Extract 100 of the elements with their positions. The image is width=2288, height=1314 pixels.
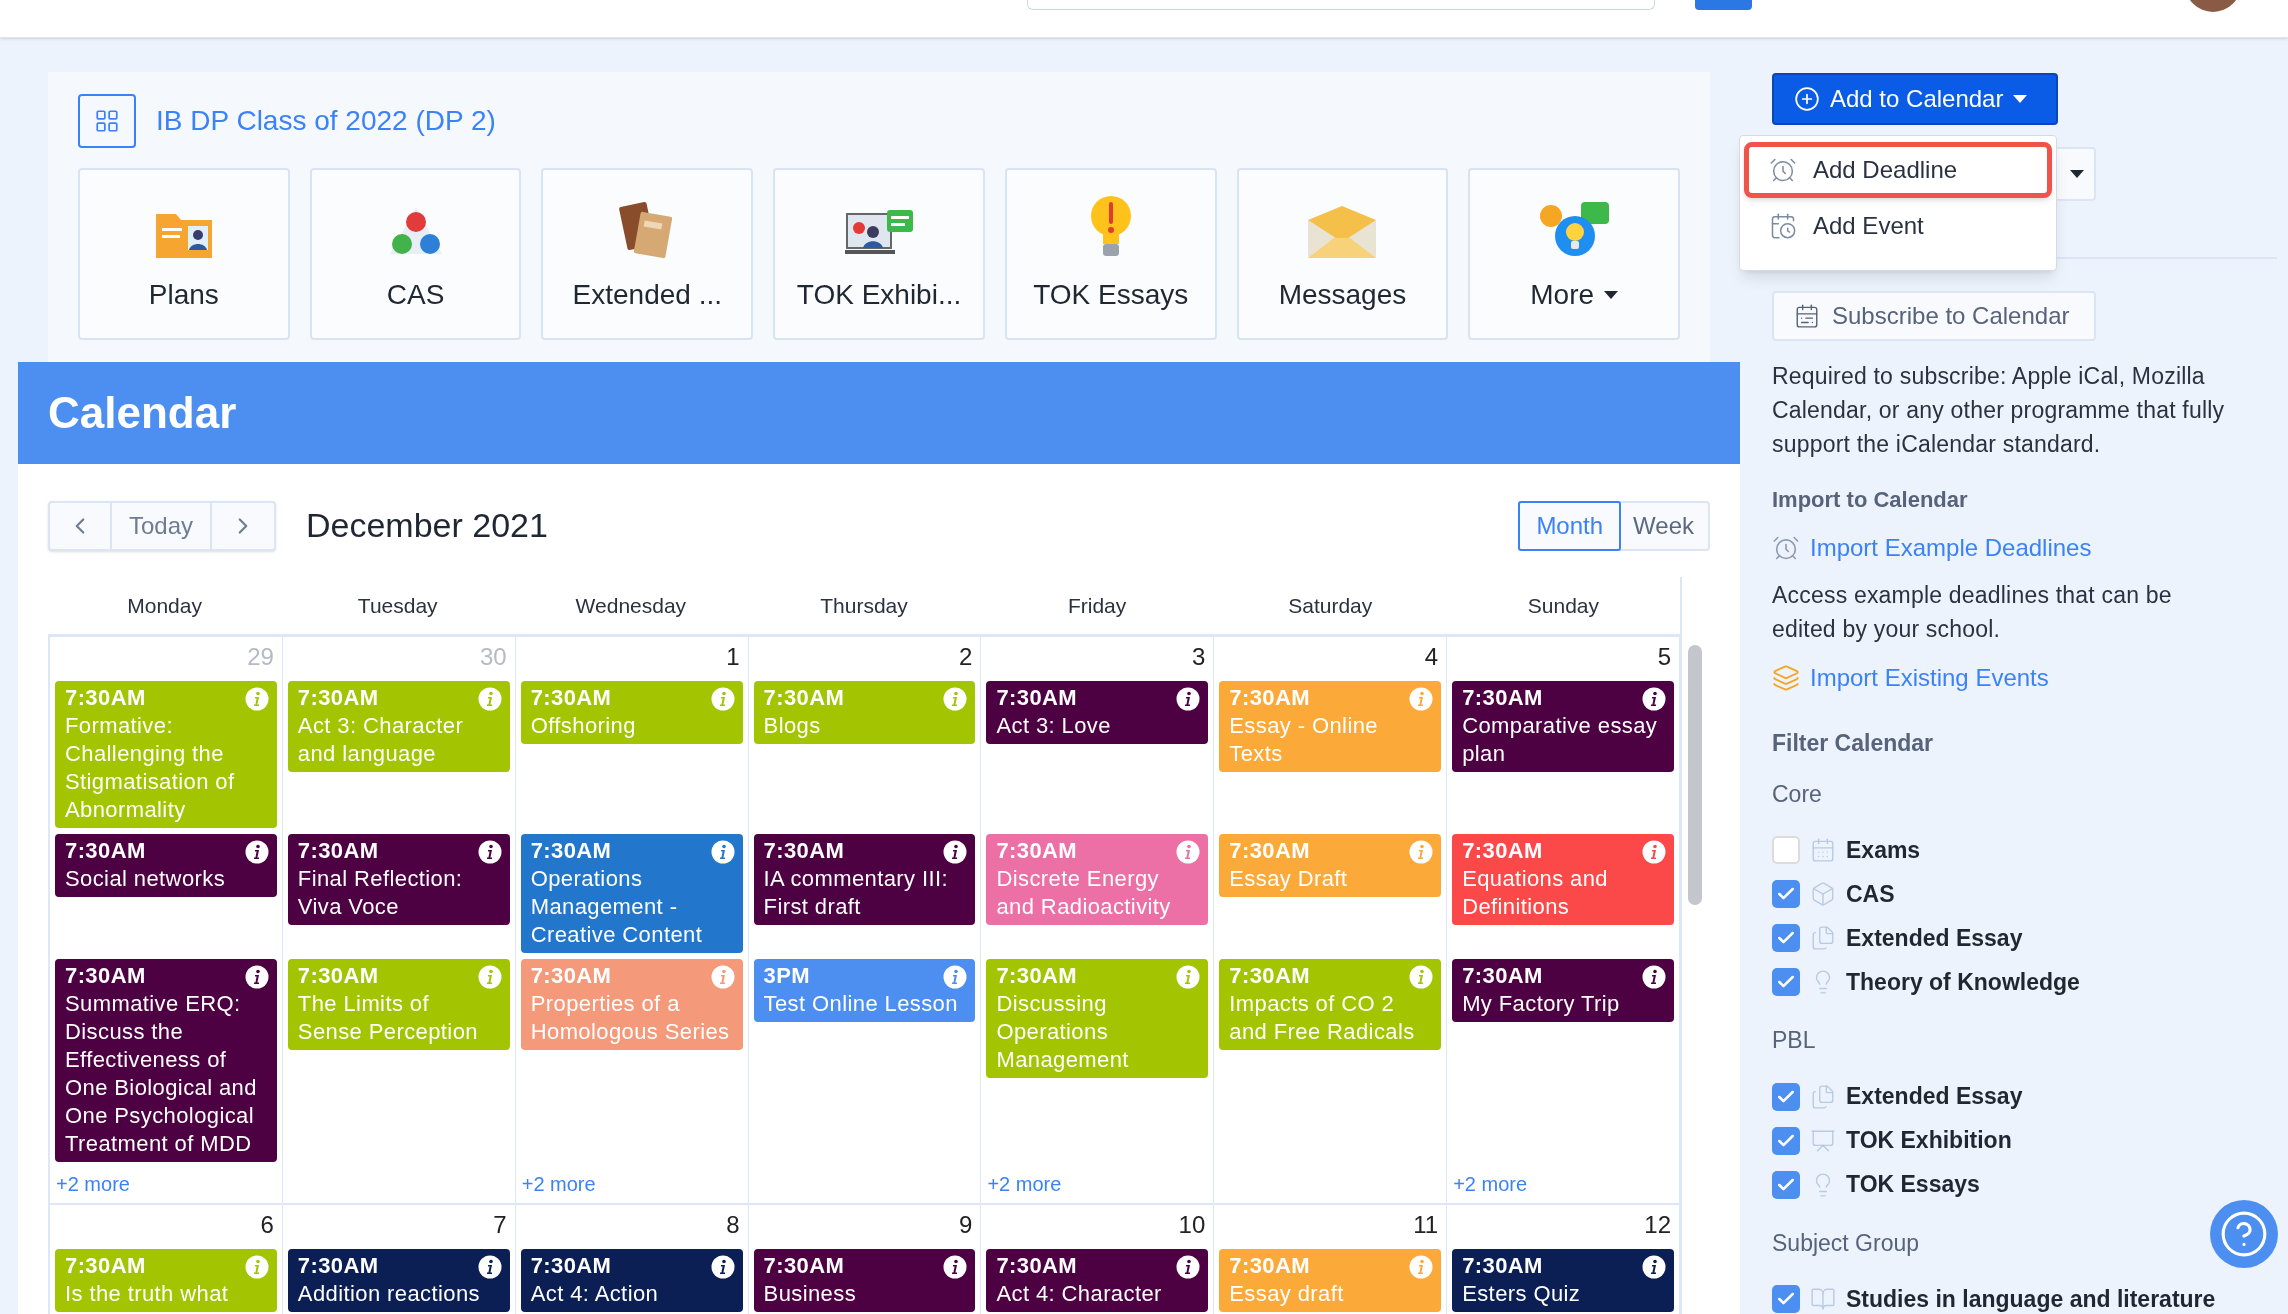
day-number: 2	[959, 642, 973, 672]
info-icon[interactable]	[710, 1255, 735, 1279]
event-card[interactable]: 7:30AM Business	[753, 1249, 976, 1312]
day-number: 11	[1413, 1210, 1439, 1240]
more-link[interactable]: +2 more	[521, 1173, 596, 1195]
event-title: Final Reflection: Viva Voce	[297, 865, 464, 921]
event-card[interactable]: 7:30AM Summative ERQ: Discuss the Effectiveness of One Biological and One Psychological Treatment of MDD	[55, 959, 277, 1162]
grid-icon[interactable]	[78, 94, 136, 148]
event-title: Summative ERQ: Discuss the Effectiveness of One Biological and One Psychological Treatment of MDD	[65, 990, 258, 1158]
event-card[interactable]: 7:30AM My Factory Trip	[1452, 959, 1674, 1022]
event-time: 7:30AM	[996, 684, 1078, 712]
event-time: 7:30AM	[530, 684, 612, 712]
event-title: Test Online Lesson	[763, 990, 958, 1018]
caret-icon	[2013, 95, 2028, 104]
weekday-label: Thursday	[820, 592, 908, 619]
info-icon[interactable]	[1642, 1255, 1666, 1279]
checkbox[interactable]	[1772, 1285, 1800, 1313]
event-card[interactable]: 7:30AM Social networks	[55, 834, 277, 897]
filter-label: TOK Essays	[1846, 1170, 1980, 1200]
event-title: Blogs	[763, 712, 821, 740]
course-tile[interactable]: Extended ...	[541, 168, 754, 340]
filter-group-label: Core	[1772, 779, 1822, 809]
event-title: Formative: Challenging the Stigmatisation of Abnormality	[65, 712, 236, 824]
documents-icon	[1810, 1083, 1836, 1110]
event-title: Comparative essay plan	[1462, 712, 1659, 768]
course-tile[interactable]: Plans	[78, 168, 290, 340]
event-time: 7:30AM	[297, 1252, 379, 1280]
plus-icon	[1794, 86, 1820, 113]
info-icon[interactable]	[1642, 965, 1666, 989]
day-number: 10	[1178, 1210, 1206, 1240]
checkbox[interactable]	[1772, 1082, 1800, 1111]
view-tab[interactable]: Week	[1619, 502, 1708, 549]
event-card[interactable]: 7:30AM Comparative essay plan	[1452, 681, 1674, 772]
info-icon[interactable]	[943, 1255, 968, 1279]
import-note: Access example deadlines that can be edited by your school.	[1772, 581, 2173, 644]
event-title: Business	[763, 1280, 857, 1308]
event-card[interactable]: 7:30AM Act 4: Character	[986, 1249, 1209, 1312]
event-time: 7:30AM	[1229, 962, 1310, 990]
info-icon[interactable]	[244, 965, 269, 989]
subscribe-button[interactable]: Subscribe to Calendar	[1772, 291, 2096, 341]
event-card[interactable]: 7:30AM IA commentary III: First draft	[753, 834, 976, 925]
more-link[interactable]: +2 more	[1453, 1173, 1528, 1195]
event-time: 7:30AM	[530, 837, 612, 865]
checkbox[interactable]	[1772, 1126, 1800, 1155]
checkbox[interactable]	[1772, 968, 1800, 996]
event-card[interactable]: 7:30AM Equations and Definitions	[1452, 834, 1674, 925]
filter-label: Exams	[1846, 835, 1921, 865]
checkbox[interactable]	[1772, 880, 1800, 908]
event-card[interactable]: 7:30AM Discrete Energy and Radioactivity	[986, 834, 1209, 925]
event-time: 7:30AM	[65, 1252, 146, 1280]
info-icon[interactable]	[943, 840, 968, 864]
subscribe-note: Required to subscribe: Apple iCal, Mozilla Calendar, or any other programme that fully support the iCalendar standard.	[1772, 362, 2226, 459]
import-existing-link[interactable]: Import Existing Events	[1810, 660, 2049, 696]
weekday-label: Wednesday	[575, 592, 687, 619]
filter-label: TOK Exhibition	[1846, 1126, 2012, 1156]
menu-item[interactable]: Add Deadline	[1744, 142, 2052, 199]
checkbox[interactable]	[1772, 1170, 1800, 1199]
info-icon[interactable]	[1176, 1255, 1201, 1279]
event-card[interactable]: 7:30AM Addition reactions	[287, 1249, 510, 1312]
add-to-calendar-button[interactable]: Add to Calendar	[1772, 73, 2058, 126]
course-tile[interactable]: More	[1468, 168, 1681, 340]
event-title: Discrete Energy and Radioactivity	[996, 865, 1172, 921]
event-time: 7:30AM	[996, 837, 1078, 865]
event-time: 7:30AM	[65, 837, 146, 865]
course-tile[interactable]: Messages	[1236, 168, 1449, 340]
course-tile[interactable]: TOK Essays	[1004, 168, 1217, 340]
course-tile[interactable]: TOK Exhibi...	[773, 168, 985, 340]
event-card[interactable]: 7:30AM Final Reflection: Viva Voce	[287, 834, 510, 925]
event-title: Offshoring	[530, 712, 636, 740]
event-title: Discussing Operations Management	[996, 990, 1130, 1074]
event-time: 7:30AM	[65, 684, 146, 712]
event-card[interactable]: 7:30AM Act 3: Love	[986, 681, 1209, 744]
info-icon[interactable]	[477, 1255, 502, 1279]
course-tile[interactable]: CAS	[309, 168, 522, 340]
event-time: 7:30AM	[1229, 837, 1310, 865]
info-icon[interactable]	[1176, 687, 1201, 711]
info-icon[interactable]	[1642, 687, 1666, 711]
weekday-label: Saturday	[1288, 592, 1373, 619]
view-tab[interactable]: Month	[1518, 500, 1622, 551]
event-title: Properties of a Homologous Series	[530, 990, 731, 1046]
event-card[interactable]: 7:30AM Act 4: Action	[520, 1249, 743, 1312]
event-title: Essay draft	[1229, 1280, 1344, 1308]
event-title: Addition reactions	[297, 1280, 480, 1308]
course-title[interactable]: IB DP Class of 2022 (DP 2)	[156, 100, 496, 142]
info-icon[interactable]	[244, 840, 269, 864]
checkbox[interactable]	[1772, 924, 1800, 952]
event-card[interactable]: 7:30AM Operations Management - Creative Content	[520, 834, 743, 953]
event-card[interactable]: 7:30AM Esters Quiz	[1452, 1249, 1674, 1312]
filter-group-label: PBL	[1772, 1026, 1816, 1055]
import-example-link[interactable]: Import Example Deadlines	[1810, 530, 2092, 566]
search-field[interactable]	[1027, 0, 1655, 10]
more-link[interactable]: +2 more	[56, 1173, 130, 1195]
event-card[interactable]: 3PM Test Online Lesson	[753, 959, 976, 1022]
info-icon[interactable]	[477, 840, 502, 864]
event-time: 7:30AM	[763, 837, 845, 865]
checkbox[interactable]	[1772, 836, 1800, 864]
event-title: Act 3: Love	[996, 712, 1111, 740]
event-time: 3PM	[763, 962, 810, 990]
more-link[interactable]: +2 more	[987, 1173, 1062, 1195]
menu-item[interactable]: Add Event	[1744, 198, 2052, 255]
